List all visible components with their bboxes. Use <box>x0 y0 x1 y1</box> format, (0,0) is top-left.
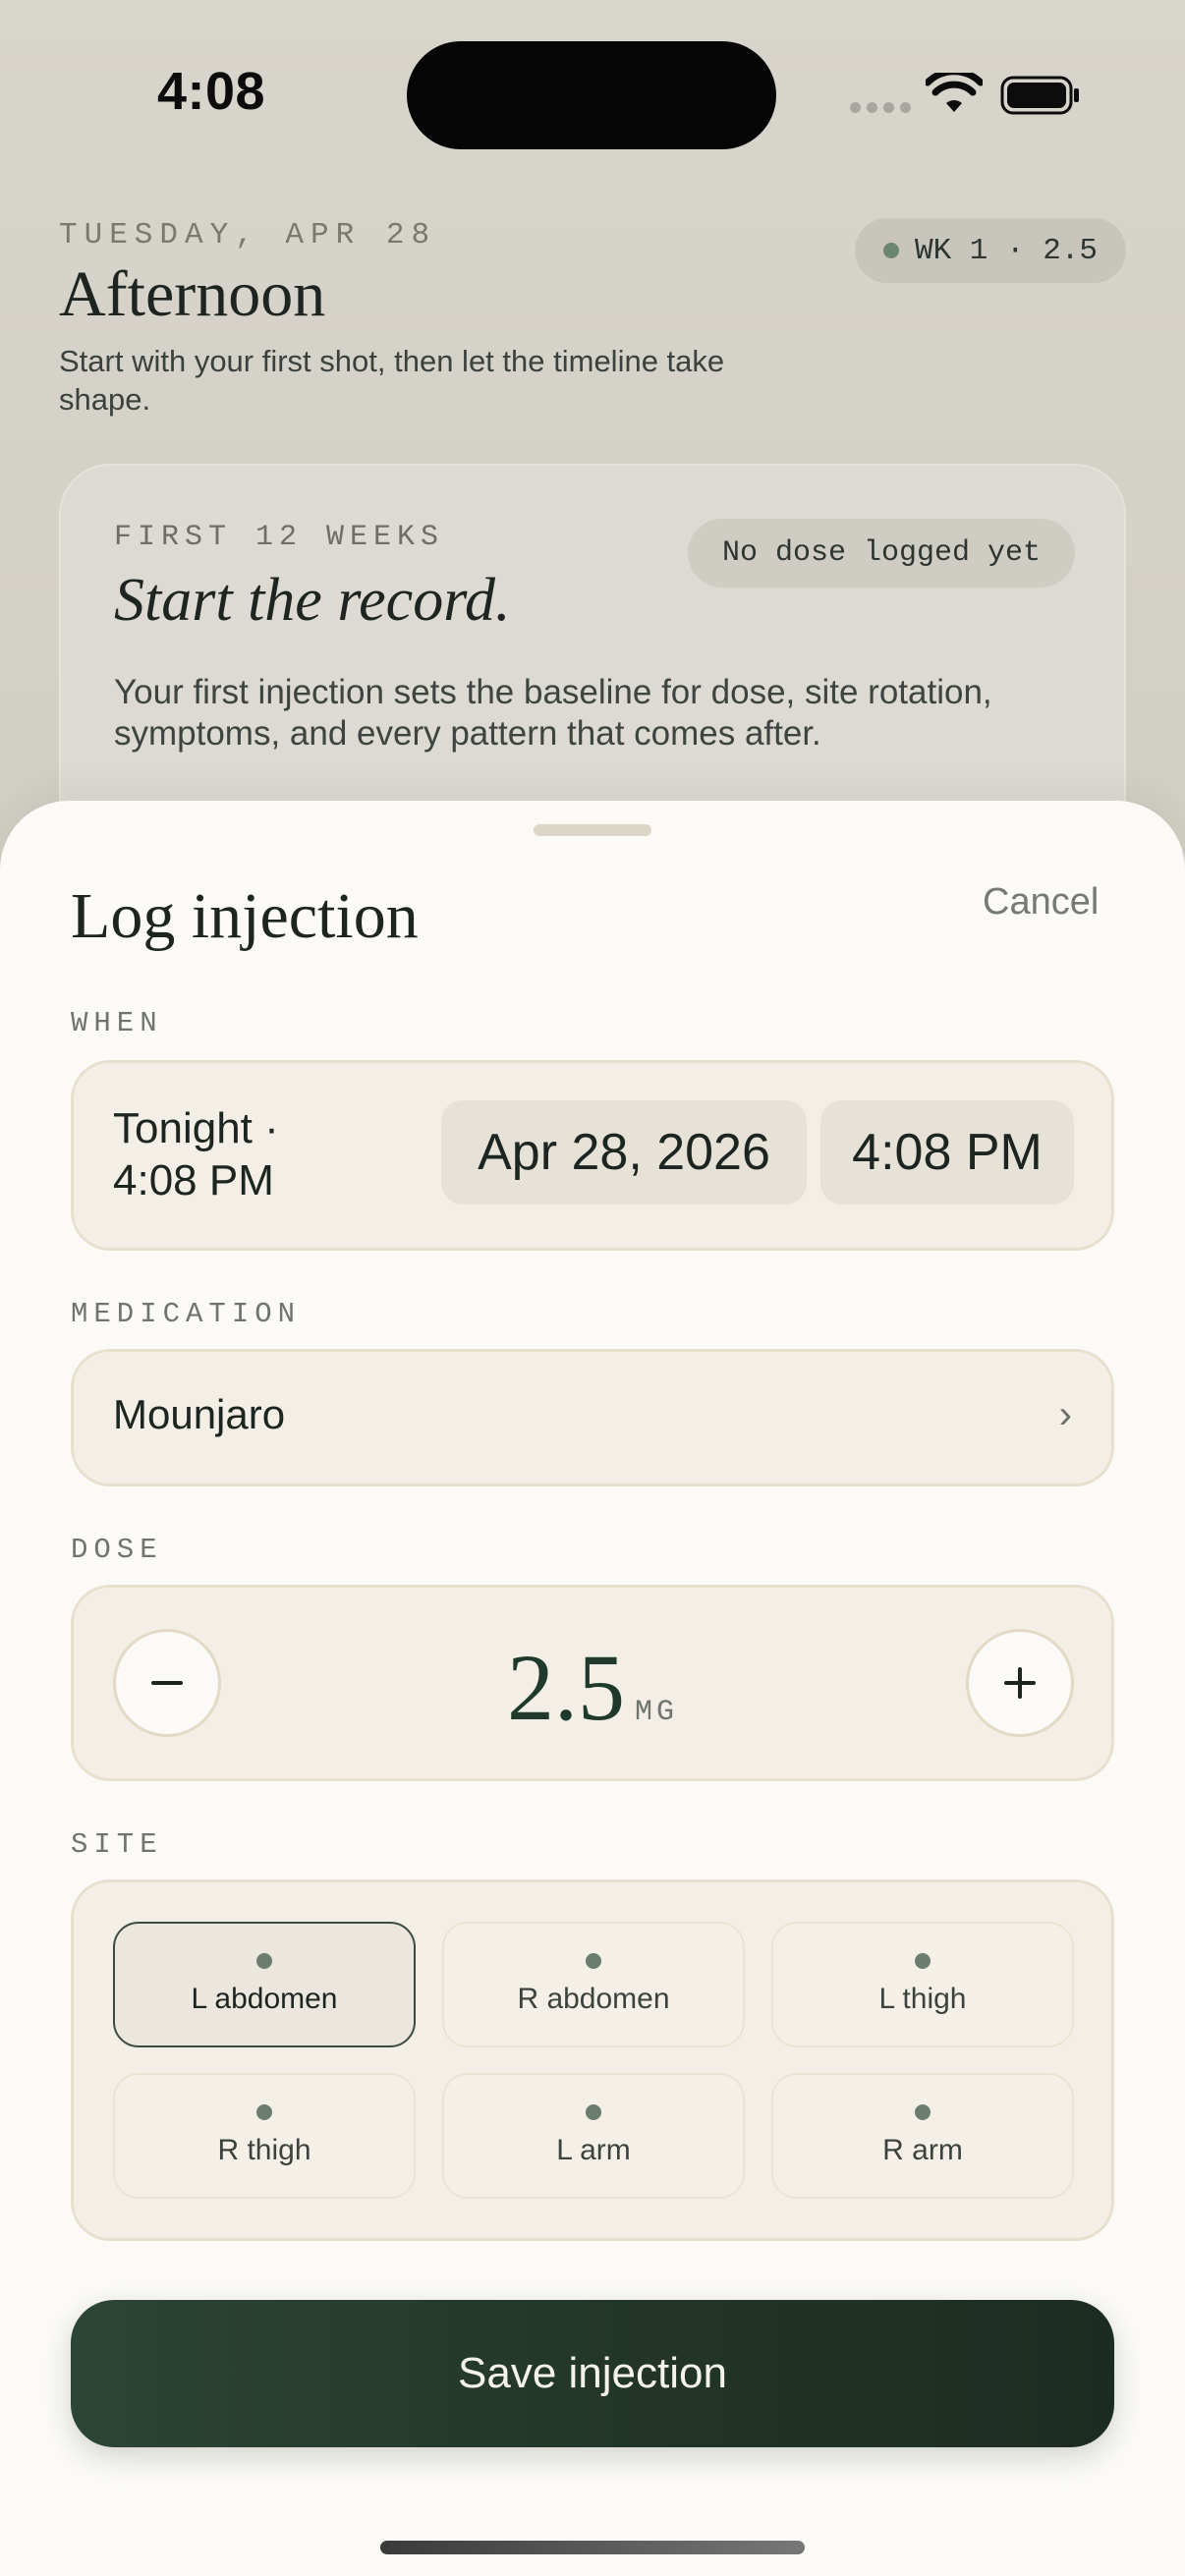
medication-value: Mounjaro <box>113 1391 286 1437</box>
site-option-r-thigh[interactable]: R thigh <box>113 2073 416 2199</box>
cellular-signal-icon <box>850 102 911 113</box>
status-bar: 4:08 <box>0 0 1185 187</box>
site-dot-icon <box>915 1953 931 1969</box>
dose-value: 2.5 <box>506 1635 625 1740</box>
chevron-right-icon: › <box>1058 1393 1072 1436</box>
site-grid: L abdomen R abdomen L thigh R thigh L ar… <box>113 1922 1074 2199</box>
greeting-date: TUESDAY, APR 28 <box>59 218 437 252</box>
sheet-title: Log injection <box>71 880 419 952</box>
record-status-badge: No dose logged yet <box>688 519 1075 588</box>
medication-selector[interactable]: Mounjaro › <box>71 1349 1114 1486</box>
site-option-r-arm[interactable]: R arm <box>771 2073 1074 2199</box>
site-dot-icon <box>586 2104 601 2120</box>
site-option-label: L arm <box>556 2134 631 2166</box>
dose-label: DOSE <box>71 1534 163 1566</box>
site-option-label: L thigh <box>878 1983 967 2015</box>
site-panel: L abdomen R abdomen L thigh R thigh L ar… <box>71 1879 1114 2241</box>
week-pill[interactable]: WK 1 · 2.5 <box>855 218 1126 283</box>
wifi-icon <box>926 73 983 112</box>
site-label: SITE <box>71 1828 163 1861</box>
site-dot-icon <box>256 1953 272 1969</box>
record-card-body: Your first injection sets the baseline f… <box>114 673 992 753</box>
status-dot-icon <box>882 243 899 258</box>
when-panel: Tonight · 4:08 PM Apr 28, 2026 4:08 PM <box>71 1060 1114 1251</box>
when-summary-line2: 4:08 PM <box>113 1156 274 1204</box>
site-option-l-abdomen[interactable]: L abdomen <box>113 1922 416 2047</box>
when-summary: Tonight · 4:08 PM <box>113 1102 279 1206</box>
save-injection-button[interactable]: Save injection <box>71 2300 1114 2447</box>
site-option-l-arm[interactable]: L arm <box>442 2073 745 2199</box>
site-option-label: R abdomen <box>517 1983 670 2015</box>
dose-stepper: 2.5 MG <box>71 1585 1114 1781</box>
record-card-eyebrow: FIRST 12 WEEKS <box>114 521 445 554</box>
increase-dose-button[interactable] <box>966 1629 1074 1737</box>
site-option-label: L abdomen <box>191 1983 338 2015</box>
medication-label: MEDICATION <box>71 1298 302 1330</box>
home-indicator[interactable] <box>380 2541 805 2554</box>
site-option-label: R thigh <box>217 2134 311 2166</box>
sheet-grabber[interactable] <box>534 824 651 836</box>
site-option-l-thigh[interactable]: L thigh <box>771 1922 1074 2047</box>
cancel-button[interactable]: Cancel <box>983 881 1099 924</box>
time-picker-button[interactable]: 4:08 PM <box>820 1100 1074 1204</box>
record-card-title: Start the record. <box>114 567 511 634</box>
plus-icon <box>1004 1667 1036 1699</box>
site-option-r-abdomen[interactable]: R abdomen <box>442 1922 745 2047</box>
when-label: WHEN <box>71 1007 163 1039</box>
date-picker-button[interactable]: Apr 28, 2026 <box>441 1100 807 1204</box>
log-injection-sheet: Log injection Cancel WHEN Tonight · 4:08… <box>0 801 1185 2576</box>
dynamic-island <box>407 41 776 149</box>
battery-icon <box>1000 76 1079 115</box>
status-time: 4:08 <box>157 62 266 121</box>
dose-unit: MG <box>634 1696 678 1729</box>
when-summary-line1: Tonight · <box>113 1104 279 1152</box>
week-pill-label: WK 1 · 2.5 <box>914 233 1099 268</box>
site-dot-icon <box>915 2104 931 2120</box>
greeting-title: Afternoon <box>59 258 326 330</box>
dose-display: 2.5 MG <box>74 1633 1111 1742</box>
site-dot-icon <box>586 1953 601 1969</box>
greeting-subtitle: Start with your first shot, then let the… <box>59 344 725 417</box>
site-option-label: R arm <box>882 2134 963 2166</box>
site-dot-icon <box>256 2104 272 2120</box>
